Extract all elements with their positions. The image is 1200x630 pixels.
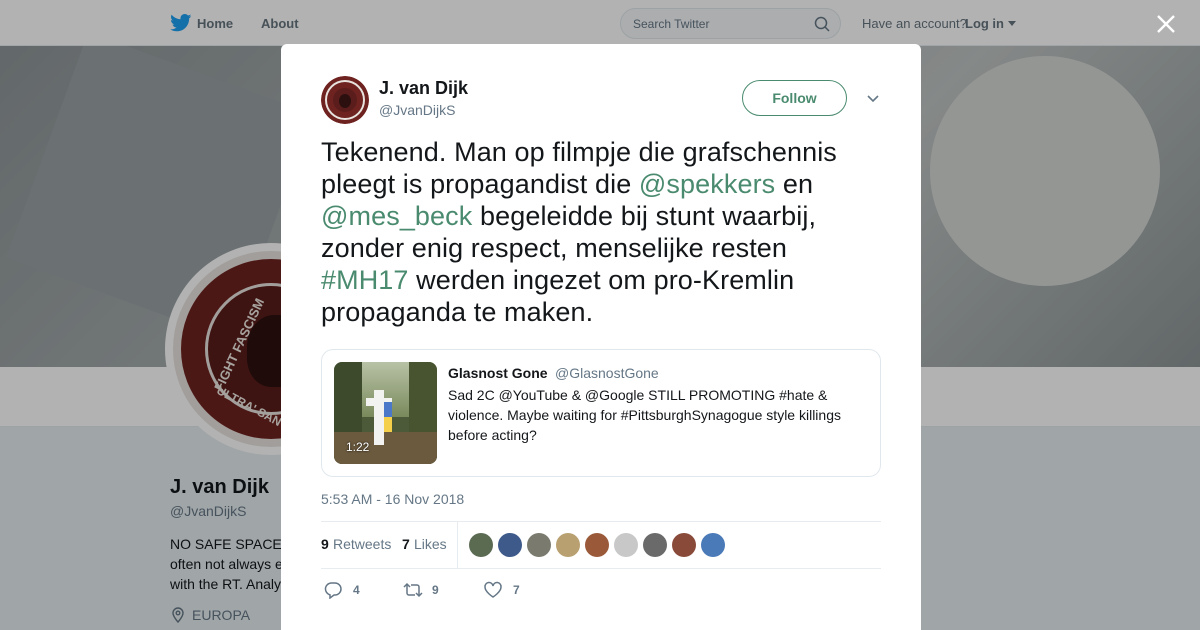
tweet-timestamp[interactable]: 5:53 AM - 16 Nov 2018 <box>321 491 464 507</box>
video-thumbnail[interactable]: 1:22 <box>334 362 437 464</box>
likes-label[interactable]: Likes <box>414 536 447 552</box>
chevron-down-icon[interactable] <box>866 92 880 106</box>
author-handle[interactable]: @JvanDijkS <box>379 102 455 118</box>
quote-author-handle: @GlasnostGone <box>555 365 659 381</box>
hashtag-link[interactable]: #MH17 <box>321 265 409 295</box>
follow-button[interactable]: Follow <box>742 80 847 116</box>
divider <box>457 522 458 568</box>
liker-avatar[interactable] <box>585 533 609 557</box>
tweet-modal: J. van Dijk @JvanDijkS Follow Tekenend. … <box>281 44 921 630</box>
author-avatar[interactable] <box>321 76 369 124</box>
tweet-text-segment: en <box>775 169 814 199</box>
liker-avatar[interactable] <box>643 533 667 557</box>
tweet-text: Tekenend. Man op filmpje die grafschenni… <box>321 136 881 328</box>
divider <box>321 568 881 569</box>
quote-text: Sad 2C @YouTube & @Google STILL PROMOTIN… <box>448 387 841 443</box>
video-duration: 1:22 <box>346 440 370 454</box>
heart-icon <box>484 581 502 598</box>
liker-avatar[interactable] <box>556 533 580 557</box>
liker-avatar[interactable] <box>672 533 696 557</box>
close-icon[interactable] <box>1154 12 1178 36</box>
liker-avatar[interactable] <box>614 533 638 557</box>
retweets-label[interactable]: Retweets <box>333 536 391 552</box>
author-avatar-logo-icon <box>321 76 369 124</box>
quote-author-name: Glasnost Gone <box>448 365 548 381</box>
retweet-action-count: 9 <box>432 583 439 597</box>
likes-count[interactable]: 7 <box>402 536 410 552</box>
like-action-count: 7 <box>513 583 520 597</box>
retweets-count[interactable]: 9 <box>321 536 329 552</box>
mention-link[interactable]: @mes_beck <box>321 201 472 231</box>
liker-avatar[interactable] <box>527 533 551 557</box>
quoted-tweet[interactable]: 1:22 Glasnost Gone @GlasnostGone Sad 2C … <box>321 349 881 477</box>
author-name[interactable]: J. van Dijk <box>379 78 468 99</box>
liker-avatar[interactable] <box>469 533 493 557</box>
retweet-icon <box>403 582 423 598</box>
reply-count: 4 <box>353 583 360 597</box>
liker-avatar[interactable] <box>498 533 522 557</box>
mention-link[interactable]: @spekkers <box>639 169 775 199</box>
reply-icon <box>324 582 342 599</box>
divider <box>321 521 881 522</box>
liker-avatar[interactable] <box>701 533 725 557</box>
